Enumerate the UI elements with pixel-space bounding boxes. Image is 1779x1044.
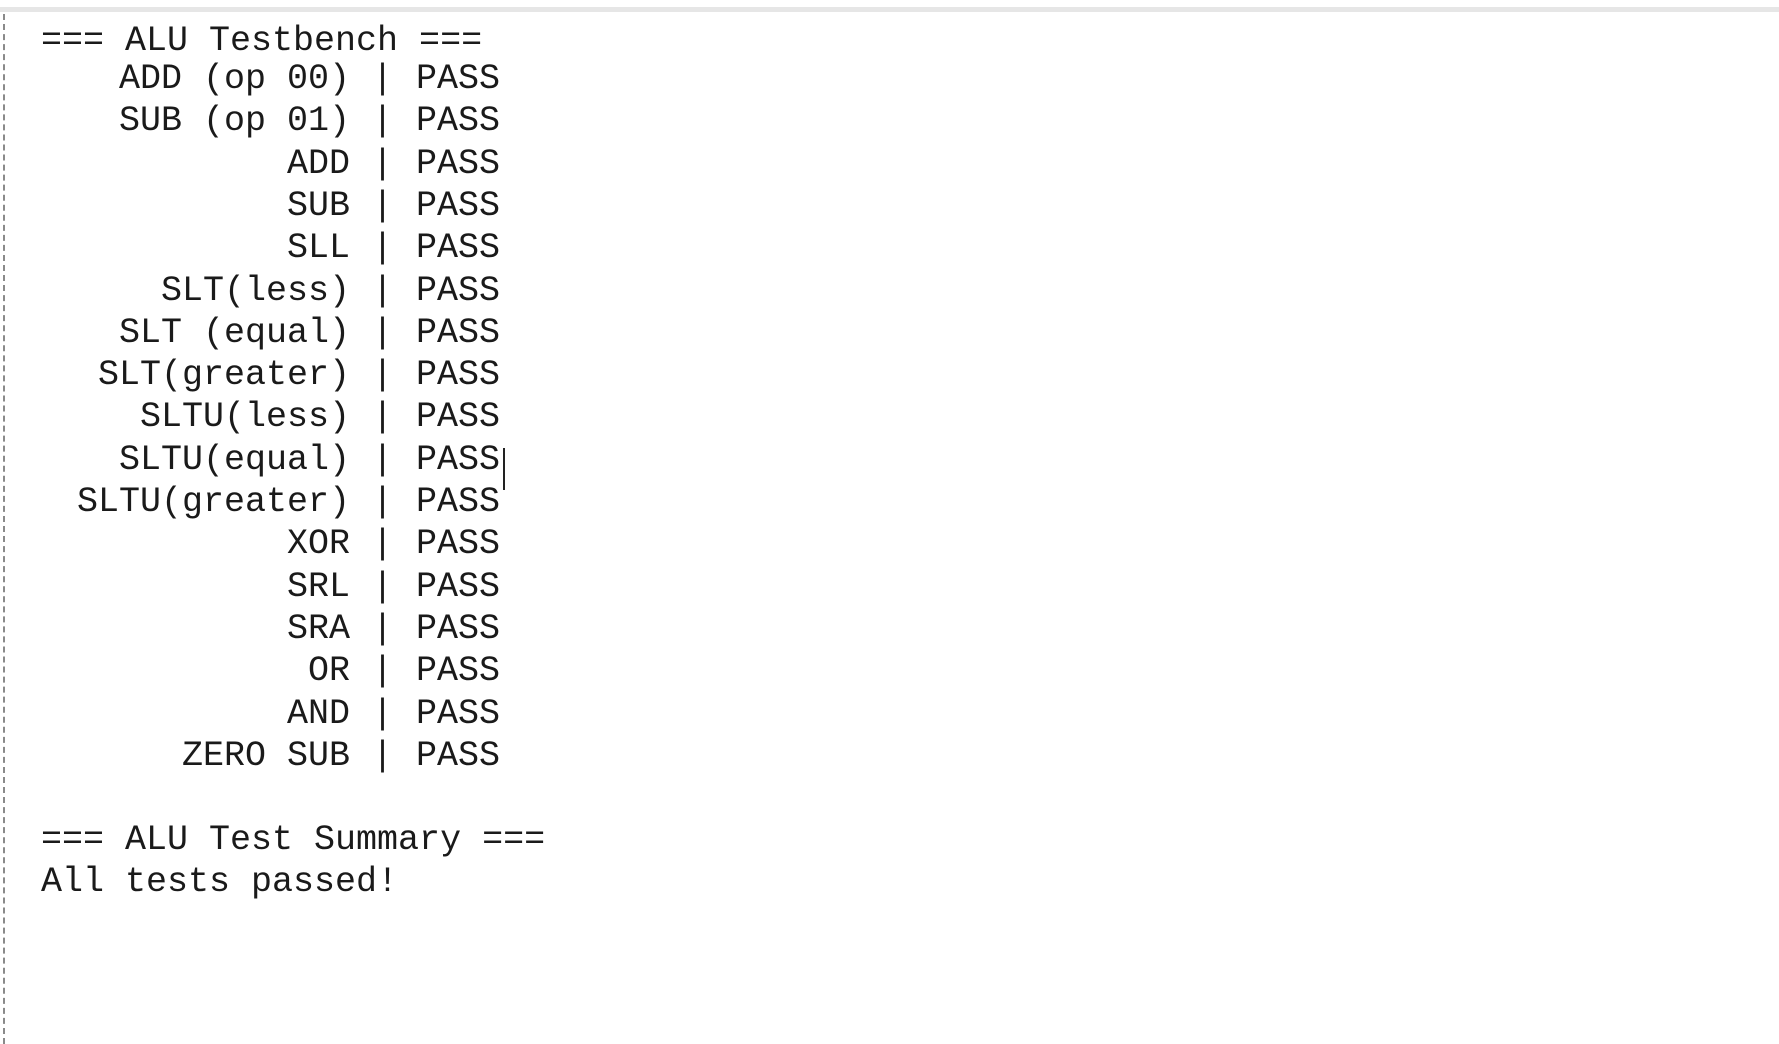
column-separator: | (372, 101, 394, 142)
column-separator: | (372, 651, 394, 692)
test-result-row: ADD | PASS (0, 140, 1779, 188)
column-separator: | (372, 185, 394, 226)
test-status: PASS (416, 439, 501, 480)
test-status: PASS (416, 59, 501, 99)
test-name: AND (286, 693, 350, 734)
test-status: PASS (416, 270, 501, 311)
test-result-row: SRA | PASS (0, 605, 1779, 653)
test-result-row: SLTU(less) | PASS (0, 393, 1779, 441)
column-separator: | (372, 482, 394, 522)
column-separator: | (372, 312, 394, 353)
test-status: PASS (416, 735, 501, 776)
column-separator: | (372, 566, 394, 607)
column-separator: | (372, 270, 394, 311)
test-status: PASS (416, 651, 501, 692)
test-name: SLTU(less) (139, 397, 350, 438)
test-name: XOR (286, 524, 350, 565)
console-text[interactable]: === ALU Testbench === ADD (op 00) | PASS SU… (0, 0, 1779, 1044)
test-name: ADD (286, 143, 350, 184)
test-name: SLT(greater) (97, 355, 350, 396)
test-name: SLL (286, 228, 350, 269)
column-separator: | (372, 59, 394, 99)
test-result-row: SLT (equal) | PASS (0, 309, 1779, 357)
test-name: SRL (286, 566, 350, 607)
test-name: ZERO SUB (181, 735, 350, 776)
test-name: SLTU(equal) (118, 439, 350, 480)
test-name: SLT (equal) (118, 312, 350, 353)
test-result-row: SLT(less) | PASS (0, 267, 1779, 315)
test-result-row: OR | PASS (0, 647, 1779, 695)
test-status: PASS (416, 312, 501, 353)
summary-message: All tests passed! (41, 862, 399, 902)
column-separator: | (372, 228, 394, 269)
column-separator: | (372, 397, 394, 438)
test-status: PASS (416, 524, 501, 565)
test-result-row: SUB (op 01) | PASS (0, 97, 1779, 145)
test-name: SLT(less) (160, 270, 350, 311)
test-name: SUB (286, 185, 350, 226)
test-status: PASS (416, 397, 501, 438)
test-name: OR (307, 651, 350, 692)
test-status: PASS (416, 355, 501, 396)
test-result-row: XOR | PASS (0, 520, 1779, 568)
test-status: PASS (416, 228, 501, 269)
test-status: PASS (416, 143, 501, 184)
column-separator: | (372, 355, 394, 396)
test-result-row: SLL | PASS (0, 224, 1779, 272)
test-status: PASS (416, 608, 501, 649)
column-separator: | (372, 693, 394, 734)
test-result-row: AND | PASS (0, 690, 1779, 738)
test-result-row: ADD (op 00) | PASS (0, 55, 1779, 103)
test-result-row: SLT(greater) | PASS (0, 351, 1779, 399)
column-separator: | (372, 524, 394, 565)
test-status: PASS (416, 693, 501, 734)
test-result-row: SRL | PASS (0, 563, 1779, 611)
test-name: SUB (op 01) (118, 101, 350, 142)
column-separator: | (372, 735, 394, 776)
test-result-row: SLTU(greater) | PASS (0, 478, 1779, 526)
test-status: PASS (416, 566, 501, 607)
test-result-row: ZERO SUB | PASS (0, 732, 1779, 780)
column-separator: | (372, 439, 394, 480)
text-cursor (503, 448, 505, 490)
column-separator: | (372, 143, 394, 184)
test-name: SLTU(greater) (76, 482, 350, 522)
column-separator: | (372, 608, 394, 649)
test-status: PASS (416, 482, 501, 522)
test-name: ADD (op 00) (118, 59, 350, 99)
test-status: PASS (416, 185, 501, 226)
test-name: SRA (286, 608, 350, 649)
test-status: PASS (416, 101, 501, 142)
test-result-row: SUB | PASS (0, 182, 1779, 230)
console-output-viewport[interactable]: === ALU Testbench === ADD (op 00) | PASS SU… (0, 0, 1779, 1044)
summary-header: === ALU Test Summary === (41, 820, 546, 860)
test-result-row: SLTU(equal) | PASS (0, 436, 1779, 484)
